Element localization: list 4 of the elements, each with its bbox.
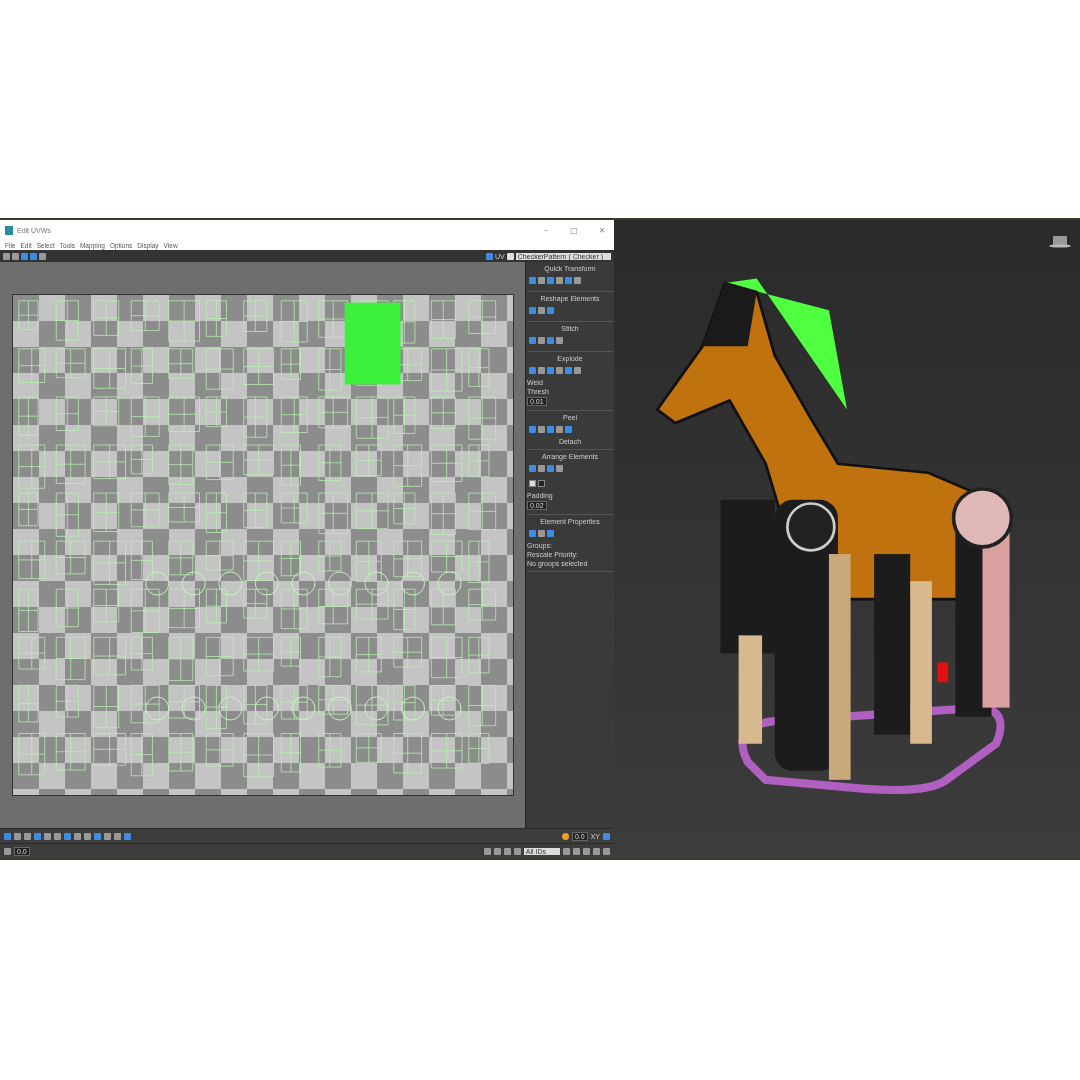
3d-viewport[interactable]: [614, 220, 1080, 858]
checkbox[interactable]: [538, 480, 545, 487]
checkbox[interactable]: [529, 480, 536, 487]
app-logo-icon: [5, 225, 13, 235]
